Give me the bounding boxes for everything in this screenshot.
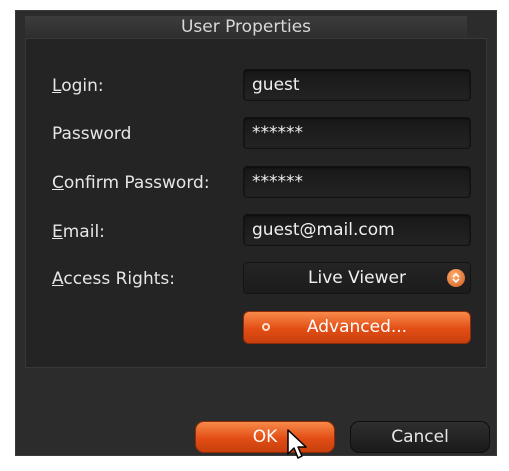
email-label: Email: [52, 222, 105, 242]
access-rights-value: Live Viewer [308, 268, 406, 288]
radio-dot-icon [262, 323, 270, 331]
password-label: Password [52, 124, 132, 144]
advanced-button[interactable]: Advanced... [243, 311, 471, 344]
confirm-password-field[interactable]: ****** [243, 166, 471, 198]
mouse-pointer-icon [287, 429, 307, 459]
access-rights-label: Access Rights: [52, 269, 175, 289]
cancel-button[interactable]: Cancel [350, 421, 490, 453]
login-label: Login: [52, 76, 104, 96]
chevron-updown-icon [447, 269, 465, 287]
advanced-label: Advanced... [306, 317, 408, 337]
dialog-title: User Properties [25, 16, 467, 38]
password-field[interactable]: ****** [243, 117, 471, 149]
ok-button[interactable]: OK [195, 421, 335, 453]
login-field[interactable]: guest [243, 69, 471, 101]
email-field[interactable]: guest@mail.com [243, 214, 471, 246]
confirm-password-label: Confirm Password: [52, 173, 210, 193]
access-rights-select[interactable]: Live Viewer [243, 262, 471, 294]
